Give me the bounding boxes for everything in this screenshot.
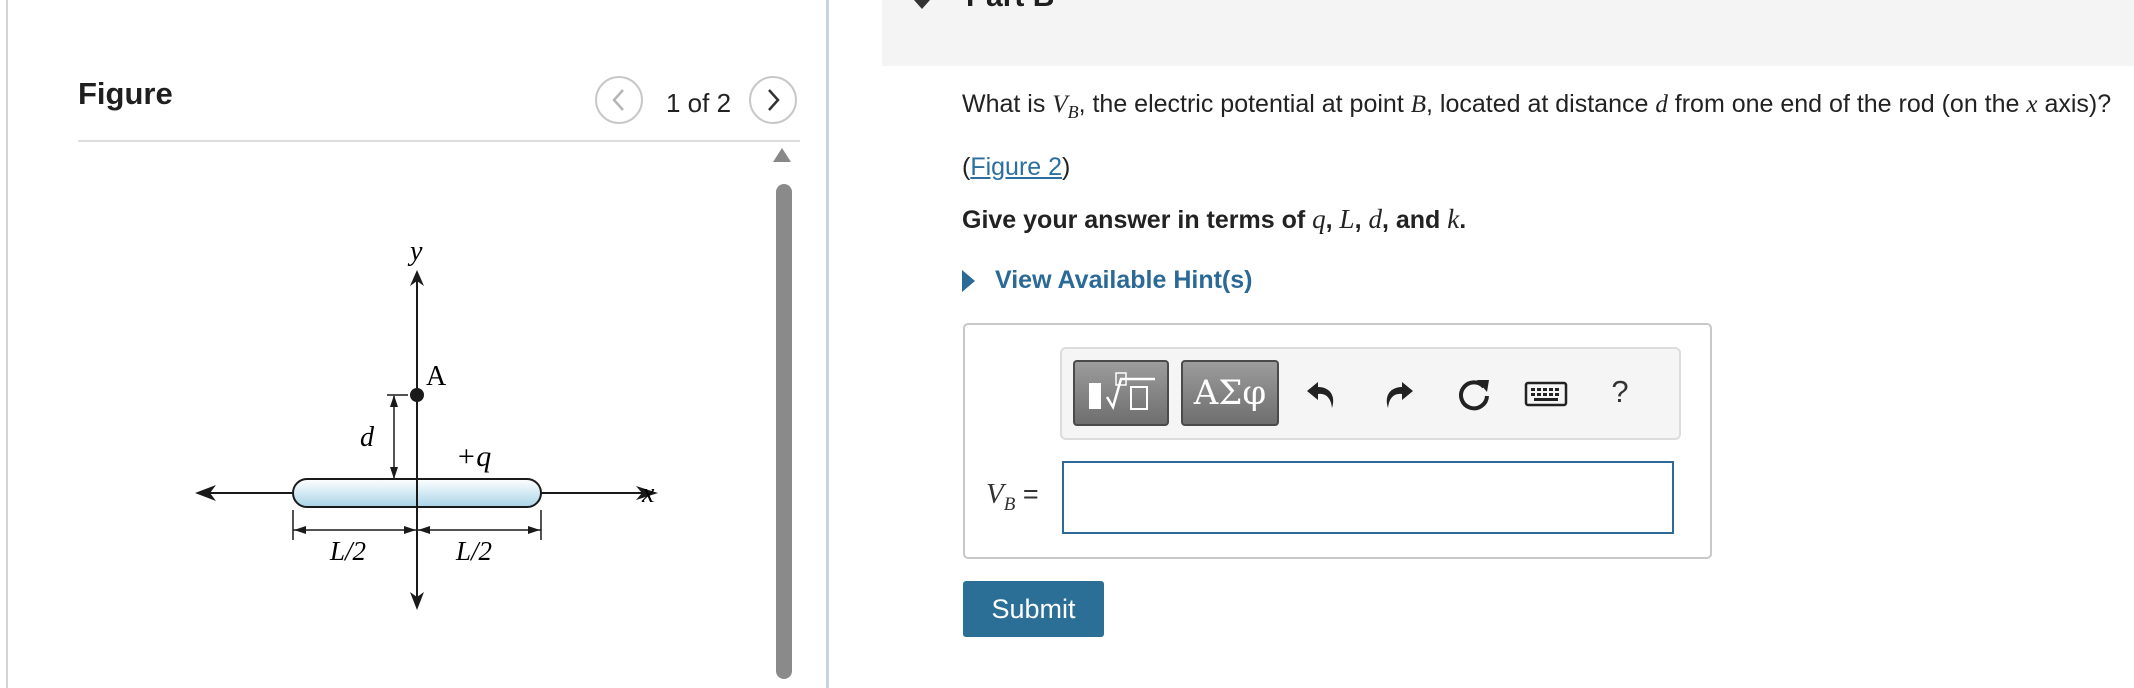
undo-button[interactable] — [1300, 372, 1344, 416]
answer-input[interactable] — [1062, 461, 1674, 534]
math-var-d: d — [1368, 204, 1382, 234]
greek-symbols-button[interactable]: ΑΣφ — [1181, 360, 1279, 426]
point-a-label: A — [426, 361, 447, 392]
math-templates-button[interactable] — [1073, 360, 1169, 426]
math-var-k: k — [1447, 204, 1460, 234]
answer-var-subscript: B — [1003, 493, 1016, 515]
figure-title: Figure — [78, 76, 173, 111]
paren-close: ) — [1062, 153, 1071, 181]
question-text-segment: axis)? — [2037, 90, 2112, 118]
question-text-segment: What is — [962, 90, 1053, 118]
keyboard-icon — [1524, 381, 1568, 407]
math-templates-icon — [1089, 372, 1155, 411]
math-var-B: B — [1410, 91, 1427, 118]
question-text-segment: from one end of the rod (on the — [1667, 90, 2027, 118]
math-var-V-subscript: B — [1067, 102, 1079, 122]
math-var-V: VB — [1052, 91, 1078, 122]
charge-label: +q — [456, 440, 491, 473]
instruction-separator: , — [1325, 206, 1340, 234]
question-text-segment: , the electric potential at point — [1078, 90, 1411, 118]
instruction-separator: , — [1354, 206, 1369, 234]
point-a-marker — [410, 388, 424, 402]
figure-scrollbar-thumb[interactable] — [776, 184, 792, 679]
collapse-chevron-icon[interactable] — [914, 0, 930, 9]
distance-d-dimension — [387, 394, 408, 479]
answer-equals: = — [1015, 479, 1039, 509]
view-hints-label: View Available Hint(s) — [995, 266, 1253, 294]
help-button[interactable]: ? — [1600, 370, 1640, 414]
answer-var: VB — [986, 478, 1015, 515]
figure-page-indicator: 1 of 2 — [666, 88, 732, 118]
right-half-length-label: L/2 — [455, 536, 492, 566]
answer-var-symbol: V — [986, 478, 1004, 510]
reset-button[interactable] — [1452, 372, 1496, 416]
y-axis-label: y — [407, 236, 423, 267]
keyboard-button[interactable] — [1522, 376, 1570, 412]
instruction-separator: , and — [1381, 206, 1448, 234]
figure-divider — [78, 140, 800, 142]
chevron-right-icon — [768, 89, 780, 111]
scroll-up-arrow-icon[interactable] — [773, 148, 791, 162]
part-header-bar[interactable] — [882, 0, 2134, 66]
question-text: What is VB, the electric potential at po… — [962, 88, 2112, 128]
reset-icon — [1459, 380, 1489, 411]
math-var-x: x — [2026, 91, 2038, 118]
answer-label: VB = — [986, 478, 1039, 516]
answer-instruction: Give your answer in terms of q, L, d, an… — [962, 204, 1466, 235]
left-half-length-label: L/2 — [329, 536, 366, 566]
chevron-left-icon — [612, 89, 624, 111]
instruction-text: Give your answer in terms of — [962, 206, 1313, 234]
distance-d-label: d — [360, 422, 375, 453]
panel-left-border — [6, 0, 8, 688]
instruction-suffix: . — [1459, 206, 1467, 234]
view-hints-toggle[interactable]: View Available Hint(s) — [962, 266, 1252, 295]
question-text-segment: , located at distance — [1426, 90, 1656, 118]
math-var-V-symbol: V — [1052, 91, 1068, 118]
panel-divider — [826, 0, 829, 688]
redo-button[interactable] — [1376, 372, 1420, 416]
figure-reference: (Figure 2) — [962, 153, 1070, 182]
redo-icon — [1386, 382, 1413, 408]
math-var-q: q — [1312, 204, 1326, 234]
math-var-L: L — [1339, 204, 1355, 234]
undo-icon — [1307, 382, 1334, 408]
math-var-d: d — [1655, 91, 1668, 118]
x-axis-label: x — [641, 478, 655, 509]
expand-triangle-icon — [962, 269, 975, 292]
rod-charge-diagram: y x A d +q L/2 L/2 — [195, 236, 658, 610]
part-title: Part B — [966, 0, 1054, 14]
y-axis — [410, 270, 424, 610]
submit-button[interactable]: Submit — [963, 581, 1104, 637]
previous-figure-button[interactable] — [595, 76, 643, 124]
next-figure-button[interactable] — [749, 76, 797, 124]
figure-2-link[interactable]: Figure 2 — [970, 153, 1062, 181]
